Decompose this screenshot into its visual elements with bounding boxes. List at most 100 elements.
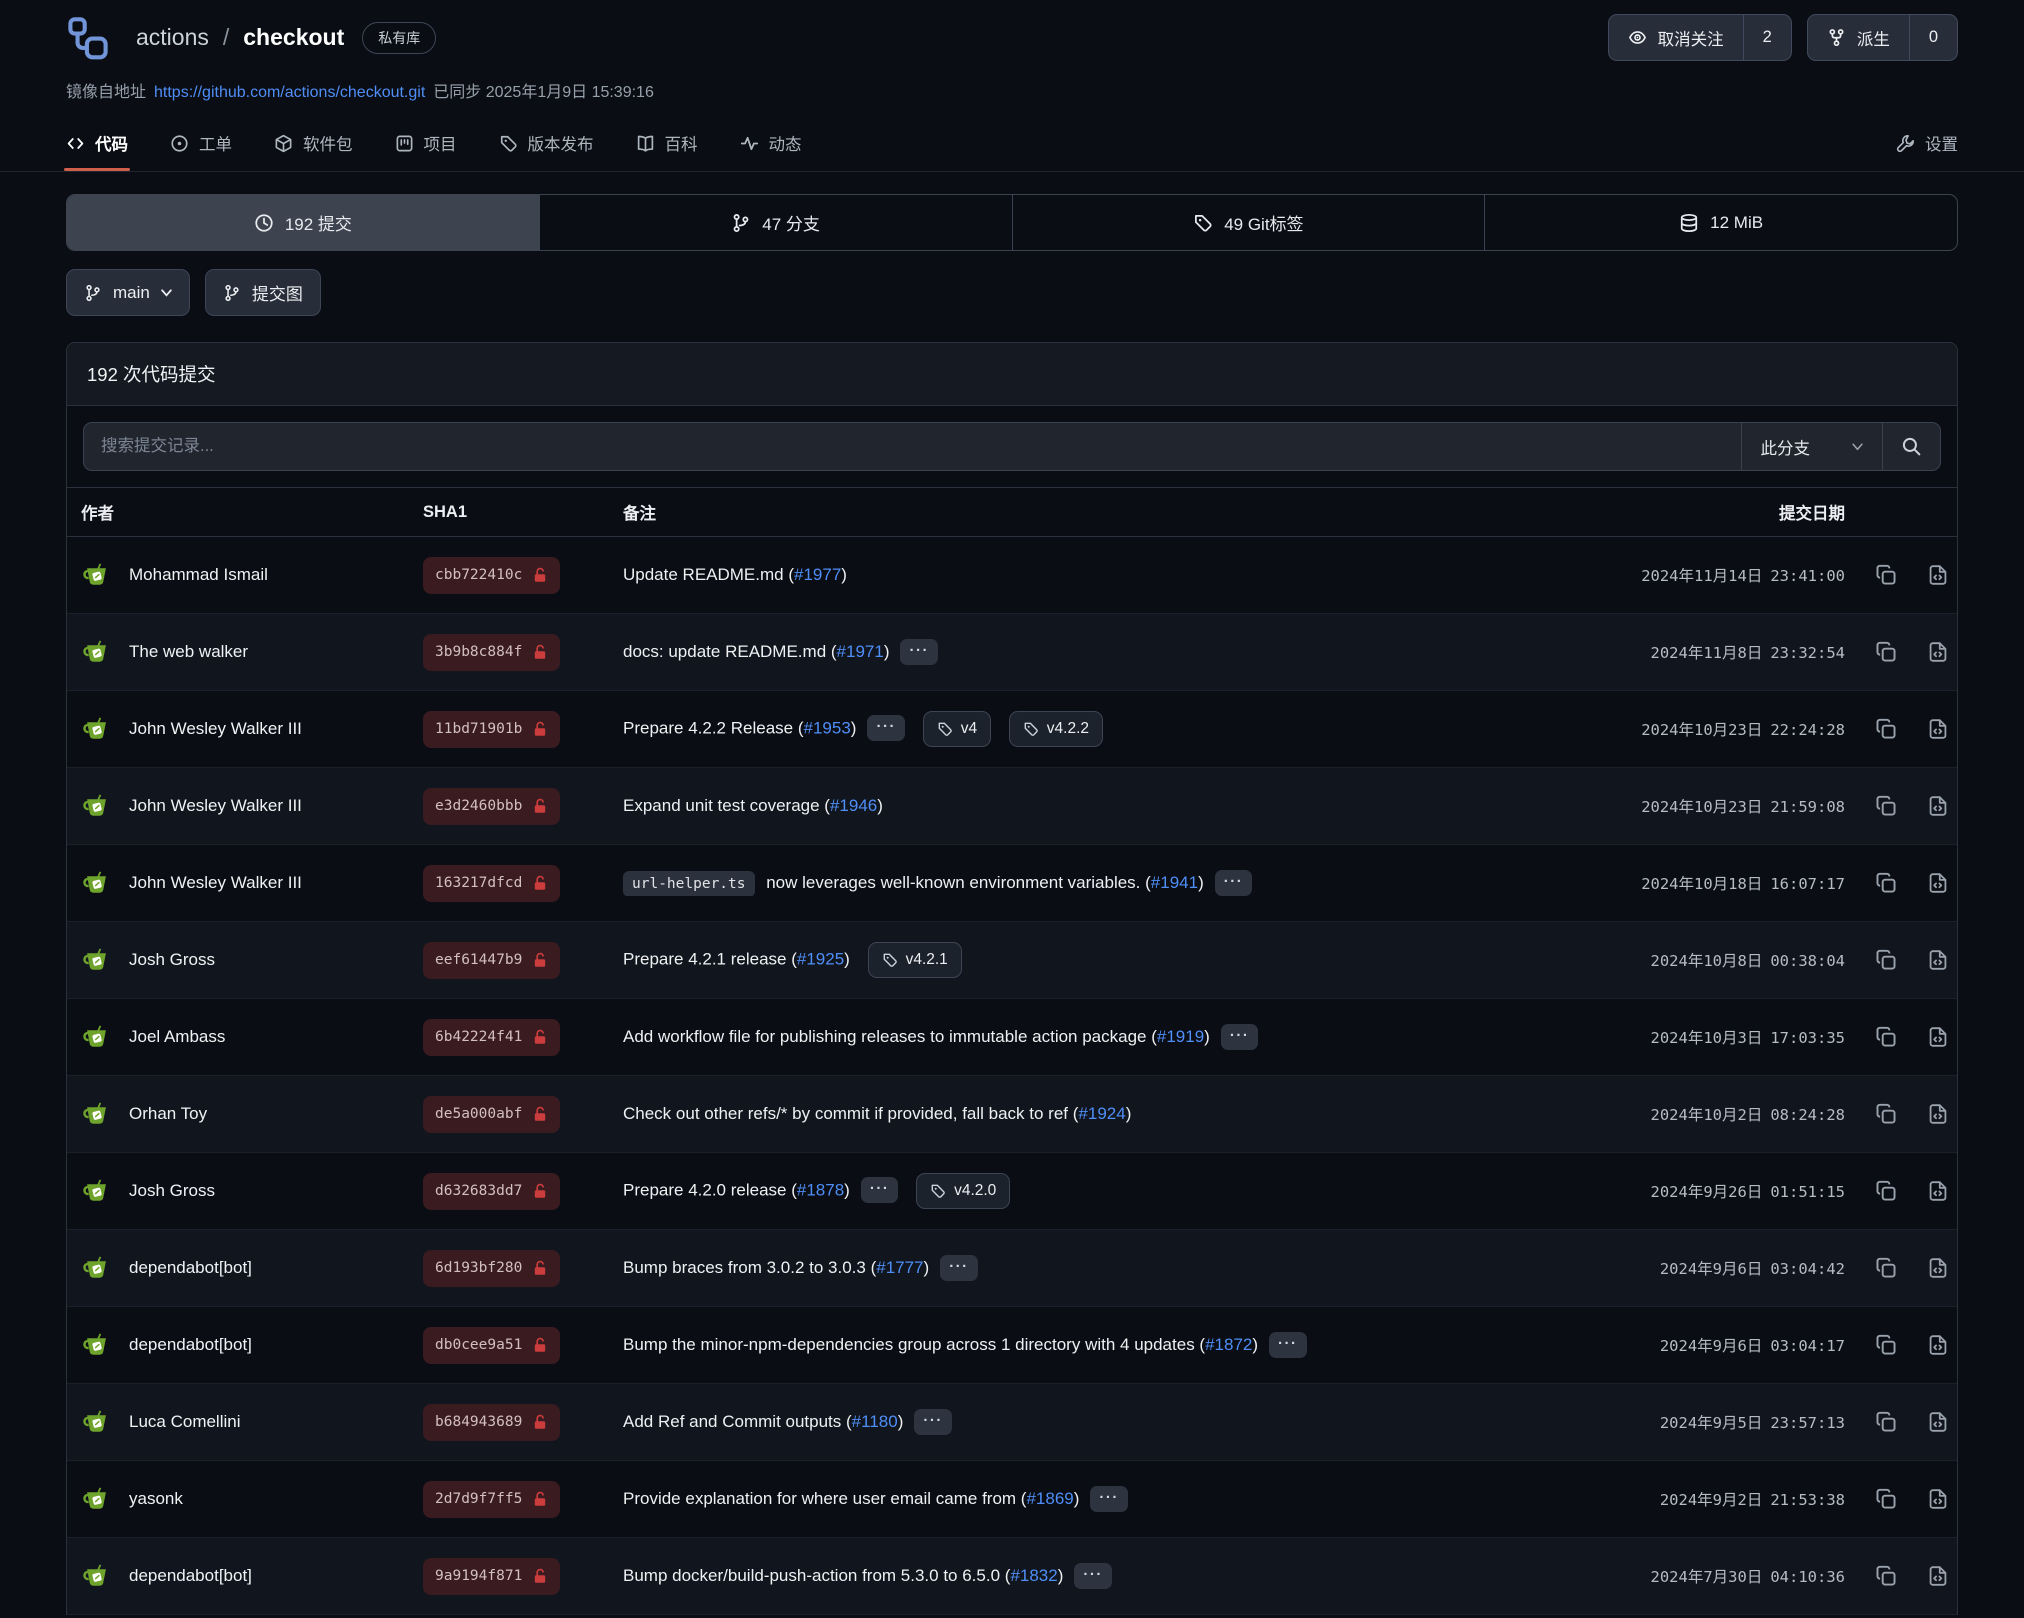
commit-author[interactable]: The web walker	[129, 642, 248, 662]
commit-author[interactable]: Josh Gross	[129, 1181, 215, 1201]
unwatch-button[interactable]: 取消关注	[1609, 15, 1743, 60]
commit-sha-link[interactable]: 11bd71901b	[423, 711, 560, 748]
browse-source-button[interactable]	[1927, 1411, 1949, 1433]
copy-sha-button[interactable]	[1875, 795, 1897, 817]
pr-link[interactable]: #1946	[830, 796, 877, 815]
expand-commit-button[interactable]: ···	[900, 639, 938, 665]
stat-size[interactable]: 12 MiB	[1484, 195, 1957, 250]
browse-source-button[interactable]	[1927, 718, 1949, 740]
commit-sha-link[interactable]: 9a9194f871	[423, 1558, 560, 1595]
tag-chip[interactable]: v4.2.0	[916, 1173, 1010, 1209]
commit-author[interactable]: yasonk	[129, 1489, 183, 1509]
browse-source-button[interactable]	[1927, 1180, 1949, 1202]
copy-sha-button[interactable]	[1875, 1411, 1897, 1433]
copy-sha-button[interactable]	[1875, 1026, 1897, 1048]
stat-commits[interactable]: 192 提交	[67, 195, 539, 250]
expand-commit-button[interactable]: ···	[1090, 1486, 1128, 1512]
commit-sha-link[interactable]: d632683dd7	[423, 1173, 560, 1210]
browse-source-button[interactable]	[1927, 641, 1949, 663]
pr-link[interactable]: #1878	[797, 1180, 844, 1199]
tab-code[interactable]: 代码	[66, 115, 128, 171]
branch-selector[interactable]: main	[66, 269, 190, 316]
repo-owner-link[interactable]: actions	[136, 24, 209, 51]
browse-source-button[interactable]	[1927, 1026, 1949, 1048]
pr-link[interactable]: #1919	[1157, 1027, 1204, 1046]
browse-source-button[interactable]	[1927, 872, 1949, 894]
expand-commit-button[interactable]: ···	[1215, 870, 1253, 896]
browse-source-button[interactable]	[1927, 1334, 1949, 1356]
tab-projects[interactable]: 项目	[395, 115, 457, 171]
browse-source-button[interactable]	[1927, 1257, 1949, 1279]
browse-source-button[interactable]	[1927, 949, 1949, 971]
mirror-url-link[interactable]: https://github.com/actions/checkout.git	[154, 84, 425, 102]
copy-sha-button[interactable]	[1875, 1565, 1897, 1587]
browse-source-button[interactable]	[1927, 1103, 1949, 1125]
branch-filter-dropdown[interactable]: 此分支	[1741, 423, 1883, 470]
expand-commit-button[interactable]: ···	[914, 1409, 952, 1435]
stat-tags[interactable]: 49 Git标签	[1012, 195, 1485, 250]
commit-author[interactable]: John Wesley Walker III	[129, 719, 302, 739]
tab-activity[interactable]: 动态	[740, 115, 802, 171]
copy-sha-button[interactable]	[1875, 641, 1897, 663]
copy-sha-button[interactable]	[1875, 1180, 1897, 1202]
fork-button[interactable]: 派生	[1808, 15, 1909, 60]
commit-author[interactable]: dependabot[bot]	[129, 1258, 252, 1278]
watchers-count[interactable]: 2	[1743, 15, 1791, 60]
commit-graph-button[interactable]: 提交图	[205, 269, 321, 316]
pr-link[interactable]: #1832	[1010, 1566, 1057, 1585]
commit-author[interactable]: dependabot[bot]	[129, 1566, 252, 1586]
commit-author[interactable]: Orhan Toy	[129, 1104, 207, 1124]
commit-sha-link[interactable]: eef61447b9	[423, 942, 560, 979]
commit-sha-link[interactable]: 3b9b8c884f	[423, 634, 560, 671]
stat-branches[interactable]: 47 分支	[539, 195, 1012, 250]
commit-author[interactable]: Josh Gross	[129, 950, 215, 970]
copy-sha-button[interactable]	[1875, 1488, 1897, 1510]
commit-sha-link[interactable]: de5a000abf	[423, 1096, 560, 1133]
copy-sha-button[interactable]	[1875, 872, 1897, 894]
expand-commit-button[interactable]: ···	[861, 1177, 899, 1203]
tag-chip[interactable]: v4	[923, 711, 991, 747]
copy-sha-button[interactable]	[1875, 1257, 1897, 1279]
commit-sha-link[interactable]: 6b42224f41	[423, 1019, 560, 1056]
copy-sha-button[interactable]	[1875, 1334, 1897, 1356]
browse-source-button[interactable]	[1927, 1565, 1949, 1587]
copy-sha-button[interactable]	[1875, 1103, 1897, 1125]
tag-chip[interactable]: v4.2.2	[1009, 711, 1103, 747]
browse-source-button[interactable]	[1927, 564, 1949, 586]
commit-sha-link[interactable]: b684943689	[423, 1404, 560, 1441]
pr-link[interactable]: #1925	[797, 949, 844, 968]
commit-sha-link[interactable]: 163217dfcd	[423, 865, 560, 902]
commit-sha-link[interactable]: e3d2460bbb	[423, 788, 560, 825]
commit-sha-link[interactable]: 6d193bf280	[423, 1250, 560, 1287]
browse-source-button[interactable]	[1927, 795, 1949, 817]
pr-link[interactable]: #1180	[852, 1412, 898, 1431]
commit-sha-link[interactable]: 2d7d9f7ff5	[423, 1481, 560, 1518]
commit-sha-link[interactable]: db0cee9a51	[423, 1327, 560, 1364]
repo-name-link[interactable]: checkout	[243, 24, 344, 51]
pr-link[interactable]: #1971	[837, 642, 884, 661]
commit-search-input[interactable]	[84, 423, 1741, 470]
pr-link[interactable]: #1872	[1205, 1335, 1252, 1354]
commit-author[interactable]: Mohammad Ismail	[129, 565, 268, 585]
expand-commit-button[interactable]: ···	[1269, 1332, 1307, 1358]
tab-issues[interactable]: 工单	[170, 115, 232, 171]
tab-settings[interactable]: 设置	[1896, 115, 1958, 171]
expand-commit-button[interactable]: ···	[940, 1255, 978, 1281]
pr-link[interactable]: #1977	[794, 565, 841, 584]
commit-author[interactable]: John Wesley Walker III	[129, 796, 302, 816]
commit-author[interactable]: dependabot[bot]	[129, 1335, 252, 1355]
commit-sha-link[interactable]: cbb722410c	[423, 557, 560, 594]
pr-link[interactable]: #1941	[1151, 873, 1198, 892]
expand-commit-button[interactable]: ···	[1074, 1563, 1112, 1589]
expand-commit-button[interactable]: ···	[867, 715, 905, 741]
tab-packages[interactable]: 软件包	[274, 115, 353, 171]
tab-wiki[interactable]: 百科	[636, 115, 698, 171]
expand-commit-button[interactable]: ···	[1221, 1024, 1259, 1050]
copy-sha-button[interactable]	[1875, 718, 1897, 740]
tag-chip[interactable]: v4.2.1	[868, 942, 962, 978]
copy-sha-button[interactable]	[1875, 564, 1897, 586]
copy-sha-button[interactable]	[1875, 949, 1897, 971]
pr-link[interactable]: #1924	[1078, 1104, 1125, 1123]
commit-author[interactable]: John Wesley Walker III	[129, 873, 302, 893]
pr-link[interactable]: #1953	[804, 718, 851, 737]
